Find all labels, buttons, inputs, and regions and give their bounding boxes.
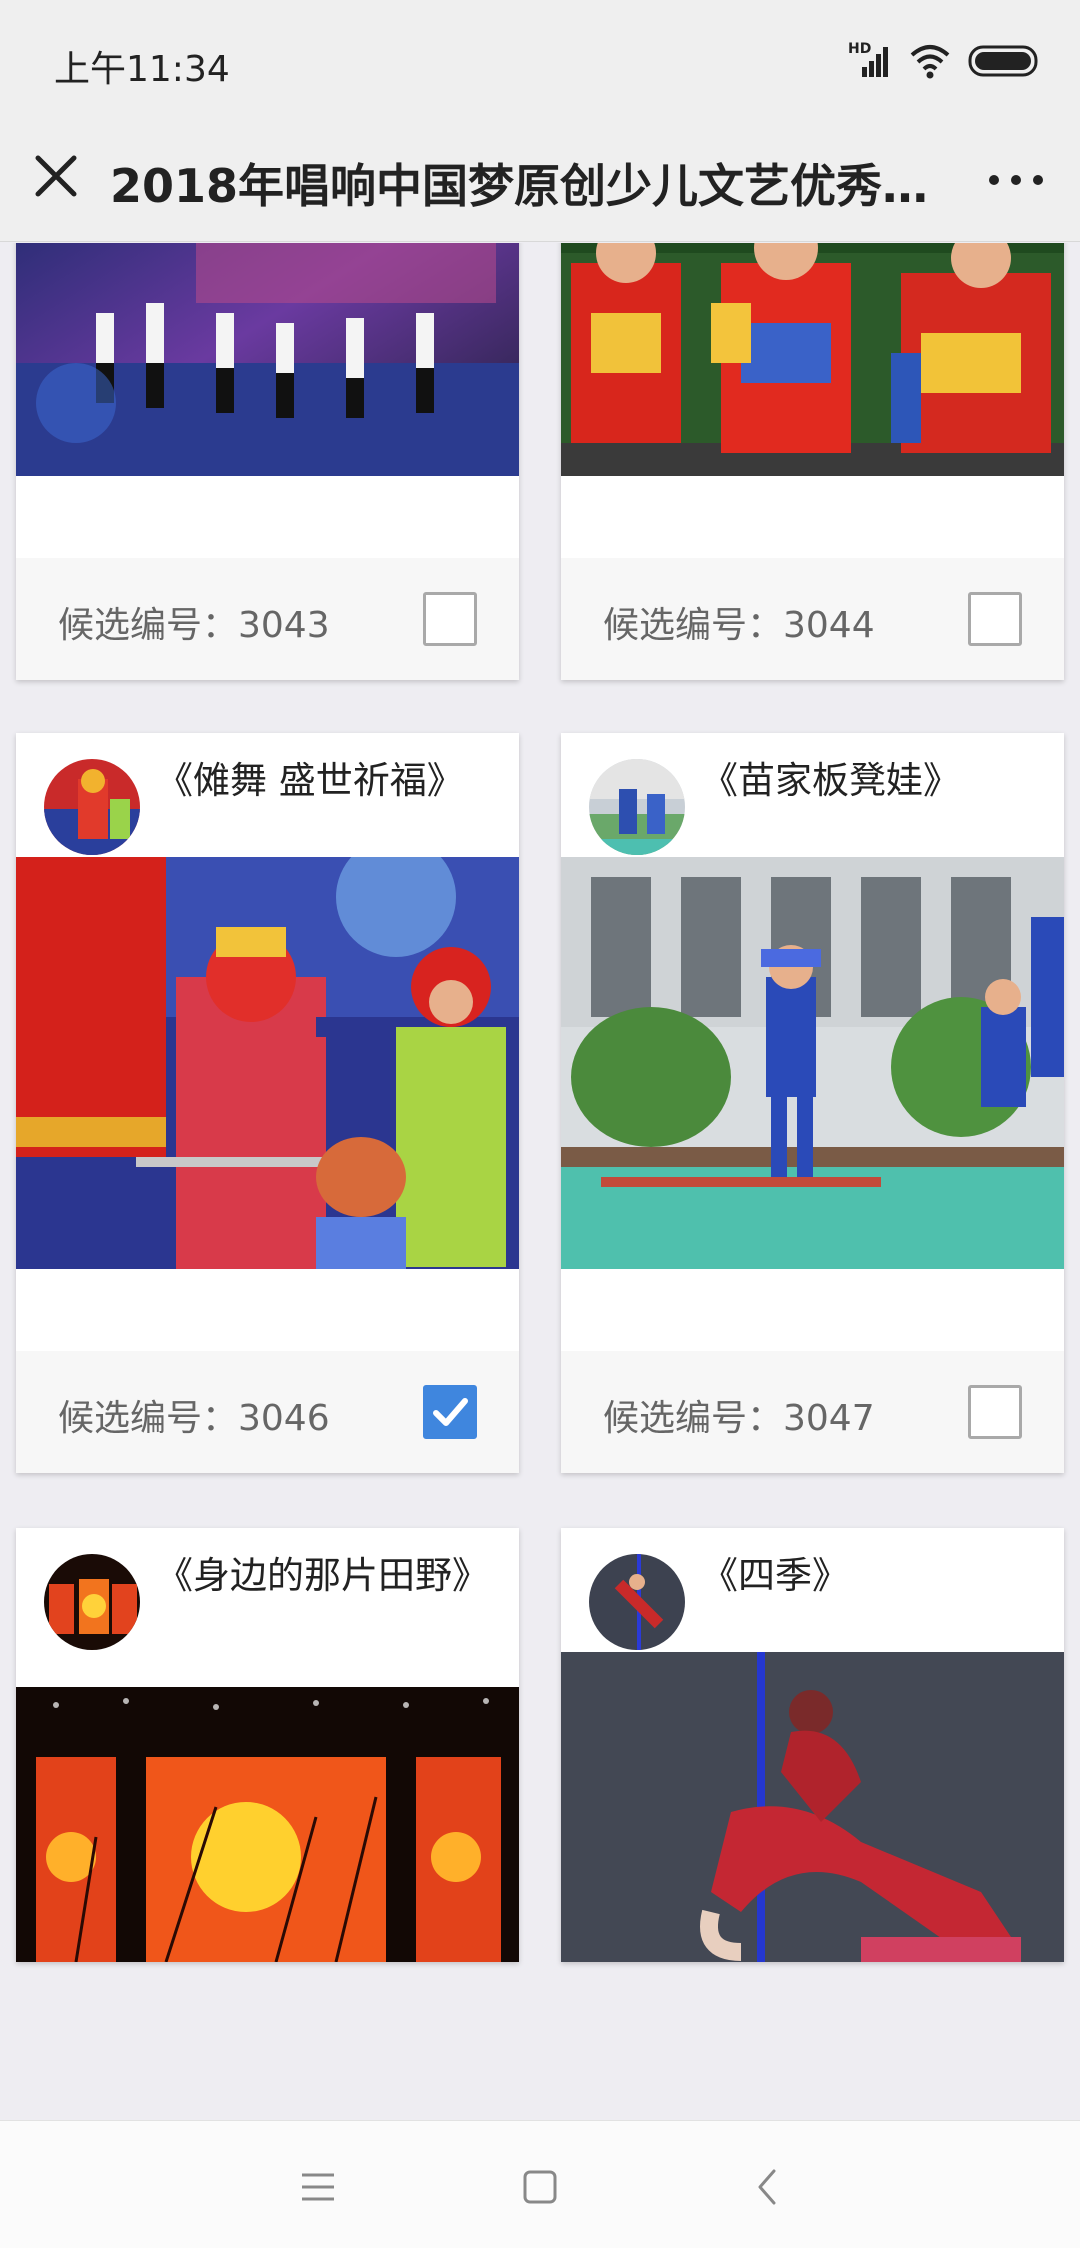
card-title: 《傩舞 盛世祈福》 — [156, 759, 464, 802]
status-time: 上午11:34 — [54, 49, 230, 90]
card-header: 《身边的那片田野》 — [16, 1528, 519, 1687]
candidate-card[interactable]: 《身边的那片田野》 — [16, 1528, 519, 1962]
network-badge: HD — [848, 41, 872, 57]
card-footer: 候选编号：3044 — [561, 558, 1064, 680]
candidate-card[interactable]: 《傩舞 盛世祈福》 候选编号：3046 — [16, 733, 519, 1473]
vote-checkbox[interactable] — [968, 1385, 1022, 1439]
card-footer: 候选编号：3043 — [16, 558, 519, 680]
vote-checkbox[interactable] — [423, 1385, 477, 1439]
candidate-number: 候选编号：3043 — [58, 605, 330, 646]
page-title: 2018年唱响中国梦原创少儿文艺优秀... — [110, 159, 930, 213]
vote-checkbox[interactable] — [423, 592, 477, 646]
nav-bar: 2018年唱响中国梦原创少儿文艺优秀... — [0, 120, 1080, 242]
performance-photo — [16, 243, 519, 476]
close-icon[interactable] — [30, 150, 82, 202]
candidate-list: 候选编号：3043 候选编号：3044 《傩舞 盛世祈福》 候选编号：3046 … — [0, 243, 1080, 2120]
card-header: 《傩舞 盛世祈福》 — [16, 733, 519, 857]
signal-icon: HD — [848, 41, 892, 81]
candidate-number: 候选编号：3046 — [58, 1398, 330, 1439]
avatar — [44, 759, 140, 855]
avatar — [44, 1554, 140, 1650]
card-title: 《苗家板凳娃》 — [701, 759, 960, 802]
performance-photo — [16, 1687, 519, 1962]
card-footer: 候选编号：3047 — [561, 1351, 1064, 1473]
performance-photo — [561, 1652, 1064, 1962]
avatar — [589, 759, 685, 855]
candidate-card[interactable]: 《苗家板凳娃》 候选编号：3047 — [561, 733, 1064, 1473]
system-nav-bar — [0, 2120, 1080, 2248]
avatar — [589, 1554, 685, 1650]
card-title: 《四季》 — [701, 1554, 849, 1597]
candidate-card[interactable]: 候选编号：3043 — [16, 243, 519, 680]
performance-photo — [16, 857, 519, 1269]
status-icons: HD — [848, 38, 1040, 84]
back-icon[interactable] — [740, 2159, 796, 2215]
performance-photo — [561, 857, 1064, 1269]
card-header: 《四季》 — [561, 1528, 1064, 1652]
candidate-number: 候选编号：3047 — [603, 1398, 875, 1439]
candidate-card[interactable]: 《四季》 — [561, 1528, 1064, 1962]
card-footer: 候选编号：3046 — [16, 1351, 519, 1473]
more-icon[interactable] — [986, 160, 1046, 200]
wifi-icon — [910, 41, 950, 81]
candidate-card[interactable]: 候选编号：3044 — [561, 243, 1064, 680]
performance-photo — [561, 243, 1064, 476]
card-title: 《身边的那片田野》 — [156, 1554, 489, 1597]
menu-icon[interactable] — [290, 2159, 346, 2215]
status-bar: 上午11:34 HD — [0, 0, 1080, 120]
candidate-number: 候选编号：3044 — [603, 605, 875, 646]
vote-checkbox[interactable] — [968, 592, 1022, 646]
battery-icon — [968, 44, 1040, 78]
check-icon — [433, 1398, 468, 1426]
home-icon[interactable] — [512, 2159, 568, 2215]
card-header: 《苗家板凳娃》 — [561, 733, 1064, 857]
